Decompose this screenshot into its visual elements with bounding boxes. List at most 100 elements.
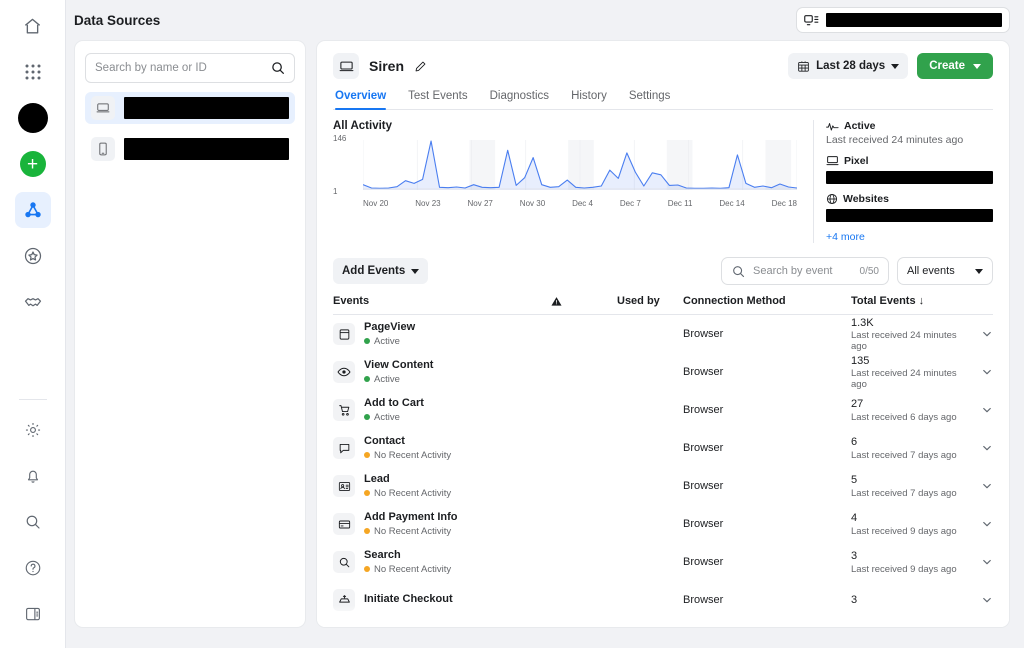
account-selector[interactable] — [796, 7, 1010, 33]
total-events-cell: 4 Last received 9 days ago — [851, 511, 963, 536]
event-status: Active — [364, 412, 424, 423]
source-name: Siren — [369, 58, 405, 74]
avatar[interactable] — [15, 100, 51, 136]
col-total-events-label: Total Events — [851, 295, 916, 307]
more-link[interactable]: +4 more — [826, 231, 993, 243]
expand-row-button[interactable] — [963, 442, 993, 454]
search-icon[interactable] — [15, 504, 51, 540]
event-cell: Search No Recent Activity — [333, 549, 551, 575]
add-events-label: Add Events — [342, 265, 406, 277]
table-row[interactable]: Initiate Checkout Browser 3 — [333, 581, 993, 619]
x-tick: Dec 4 — [572, 199, 593, 208]
event-status-label: Active — [374, 373, 400, 385]
expand-row-button[interactable] — [963, 480, 993, 492]
event-cell: Lead No Recent Activity — [333, 473, 551, 499]
event-name: Add Payment Info — [364, 511, 458, 524]
tab-diagnostics[interactable]: Diagnostics — [490, 90, 549, 109]
source-search-box[interactable] — [85, 53, 295, 83]
event-text-group: Search No Recent Activity — [364, 549, 451, 575]
event-name: Search — [364, 549, 401, 562]
chevron-down-icon — [973, 63, 981, 69]
chat-bubble-icon — [333, 437, 355, 459]
events-table: Events Used by Connection Method Total E… — [333, 295, 993, 619]
source-tabs: Overview Test Events Diagnostics History… — [333, 90, 993, 110]
table-row[interactable]: Add Payment Info No Recent Activity Browse… — [333, 505, 993, 543]
credit-card-icon — [333, 513, 355, 535]
event-text-group: View Content Active — [364, 359, 433, 385]
globe-icon — [826, 193, 838, 205]
add-events-button[interactable]: Add Events — [333, 258, 429, 284]
expand-row-button[interactable] — [963, 404, 993, 416]
last-received: Last received 6 days ago — [851, 411, 957, 423]
event-search-box[interactable]: 0/50 — [721, 257, 889, 285]
chart-title: All Activity — [333, 120, 393, 132]
tab-history[interactable]: History — [571, 90, 607, 109]
event-filter-select[interactable]: All events — [897, 257, 993, 285]
source-list-item-pixel[interactable] — [85, 92, 295, 124]
data-sources-icon[interactable] — [14, 192, 51, 228]
apps-grid-icon[interactable] — [15, 54, 51, 90]
mobile-app-icon — [91, 137, 115, 161]
events-toolbar-right: 0/50 All events — [721, 257, 993, 285]
tab-test-events[interactable]: Test Events — [408, 90, 467, 109]
table-row[interactable]: View Content Active Browser 135 Last receive… — [333, 353, 993, 391]
activity-chart: 146 1 Nov 20 Nov 23 Nov 27 Nov 30 Dec 4 — [333, 134, 797, 208]
table-row[interactable]: Contact No Recent Activity Browser 6 Last re… — [333, 429, 993, 467]
connection-method-cell: Browser — [683, 366, 724, 378]
table-row[interactable]: Add to Cart Active Browser 27 Last received … — [333, 391, 993, 429]
left-nav-rail: + — [0, 0, 66, 648]
event-status: No Recent Activity — [364, 450, 451, 461]
rail-bottom-group — [15, 397, 51, 648]
table-row[interactable]: PageView Active Browser 1.3K Last received 2… — [333, 315, 993, 353]
date-range-label: Last 28 days — [816, 60, 886, 72]
data-source-list-card — [74, 40, 306, 628]
date-range-selector[interactable]: Last 28 days — [788, 53, 909, 79]
expand-row-button[interactable] — [963, 366, 993, 378]
total-events-value: 4 — [851, 512, 858, 525]
avatar-image — [17, 103, 48, 133]
tab-settings[interactable]: Settings — [629, 90, 671, 109]
expand-row-button[interactable] — [963, 594, 993, 606]
activity-chart-column: All Activity 146 1 Nov 20 Nov 23 Nov 27 — [333, 120, 797, 243]
event-search-input[interactable] — [753, 265, 853, 277]
last-received: Last received 24 minutes ago — [851, 368, 957, 391]
bell-icon[interactable] — [15, 458, 51, 494]
pixel-icon — [91, 96, 115, 120]
search-counter: 0/50 — [859, 265, 879, 277]
source-search-input[interactable] — [95, 62, 266, 74]
event-name: Initiate Checkout — [364, 593, 453, 606]
plus-circle-icon[interactable]: + — [15, 146, 51, 182]
pixel-value-redacted — [826, 171, 993, 184]
source-list-item-app[interactable] — [85, 133, 295, 165]
table-row[interactable]: Search No Recent Activity Browser 3 Last rec… — [333, 543, 993, 581]
connection-method-cell: Browser — [683, 442, 724, 454]
tab-overview[interactable]: Overview — [335, 90, 387, 110]
pixel-header: Pixel — [826, 155, 993, 167]
contact-card-icon — [333, 475, 355, 497]
handshake-icon[interactable] — [15, 284, 51, 320]
panel-toggle-icon[interactable] — [15, 596, 51, 632]
total-wrap: 135 Last received 24 minutes ago — [851, 354, 963, 390]
gear-icon[interactable] — [15, 412, 51, 448]
event-status: No Recent Activity — [364, 526, 458, 537]
websites-header: Websites — [826, 193, 993, 205]
total-wrap: 1.3K Last received 24 minutes ago — [851, 316, 963, 352]
event-text-group: Initiate Checkout — [364, 593, 453, 607]
col-events: Events — [333, 295, 370, 307]
table-row[interactable]: Lead No Recent Activity Browser 5 Last recei… — [333, 467, 993, 505]
page-title: Data Sources — [74, 12, 161, 28]
col-total-events[interactable]: Total Events ↓ — [851, 295, 963, 307]
home-icon[interactable] — [15, 8, 51, 44]
total-wrap: 27 Last received 6 days ago — [851, 397, 957, 422]
event-status-label: Active — [374, 335, 400, 347]
total-events-cell: 135 Last received 24 minutes ago — [851, 354, 963, 390]
event-cell: PageView Active — [333, 321, 551, 347]
expand-row-button[interactable] — [963, 556, 993, 568]
pencil-icon[interactable] — [414, 60, 427, 73]
help-icon[interactable] — [15, 550, 51, 586]
connection-method-cell: Browser — [683, 480, 724, 492]
create-button[interactable]: Create — [917, 53, 993, 79]
expand-row-button[interactable] — [963, 518, 993, 530]
expand-row-button[interactable] — [963, 328, 993, 340]
star-badge-icon[interactable] — [15, 238, 51, 274]
